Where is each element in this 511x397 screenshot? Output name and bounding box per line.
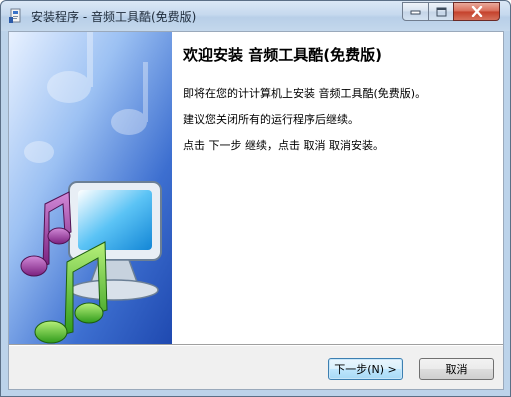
close-icon (471, 6, 482, 17)
installer-app-icon (9, 8, 21, 23)
welcome-heading: 欢迎安装 音频工具酷(免费版) (183, 46, 382, 64)
minimize-icon (410, 10, 421, 14)
next-button[interactable]: 下一步(N) > (328, 358, 403, 380)
button-area-divider (9, 344, 503, 346)
window-title: 安装程序 - 音频工具酷(免费版) (31, 10, 197, 24)
welcome-text-line-2: 建议您关闭所有的运行程序后继续。 (183, 113, 359, 126)
welcome-panel: 欢迎安装 音频工具酷(免费版) 即将在您的计计算机上安装 音频工具酷(免费版)。… (9, 32, 503, 344)
music-computer-illustration (9, 32, 172, 344)
installer-window: 安装程序 - 音频工具酷(免费版) 欢迎安装 音频工具酷(免费版) 即将在您的计… (0, 0, 511, 397)
maximize-icon (436, 7, 446, 16)
welcome-text-line-3: 点击 下一步 继续，点击 取消 取消安装。 (183, 139, 384, 152)
minimize-button[interactable] (402, 2, 429, 21)
close-button[interactable] (453, 2, 500, 21)
welcome-text-line-1: 即将在您的计计算机上安装 音频工具酷(免费版)。 (183, 87, 427, 100)
maximize-button[interactable] (428, 2, 454, 21)
wizard-client-area: 欢迎安装 音频工具酷(免费版) 即将在您的计计算机上安装 音频工具酷(免费版)。… (8, 31, 504, 390)
title-bar[interactable]: 安装程序 - 音频工具酷(免费版) (1, 1, 510, 31)
cancel-button[interactable]: 取消 (419, 358, 494, 380)
